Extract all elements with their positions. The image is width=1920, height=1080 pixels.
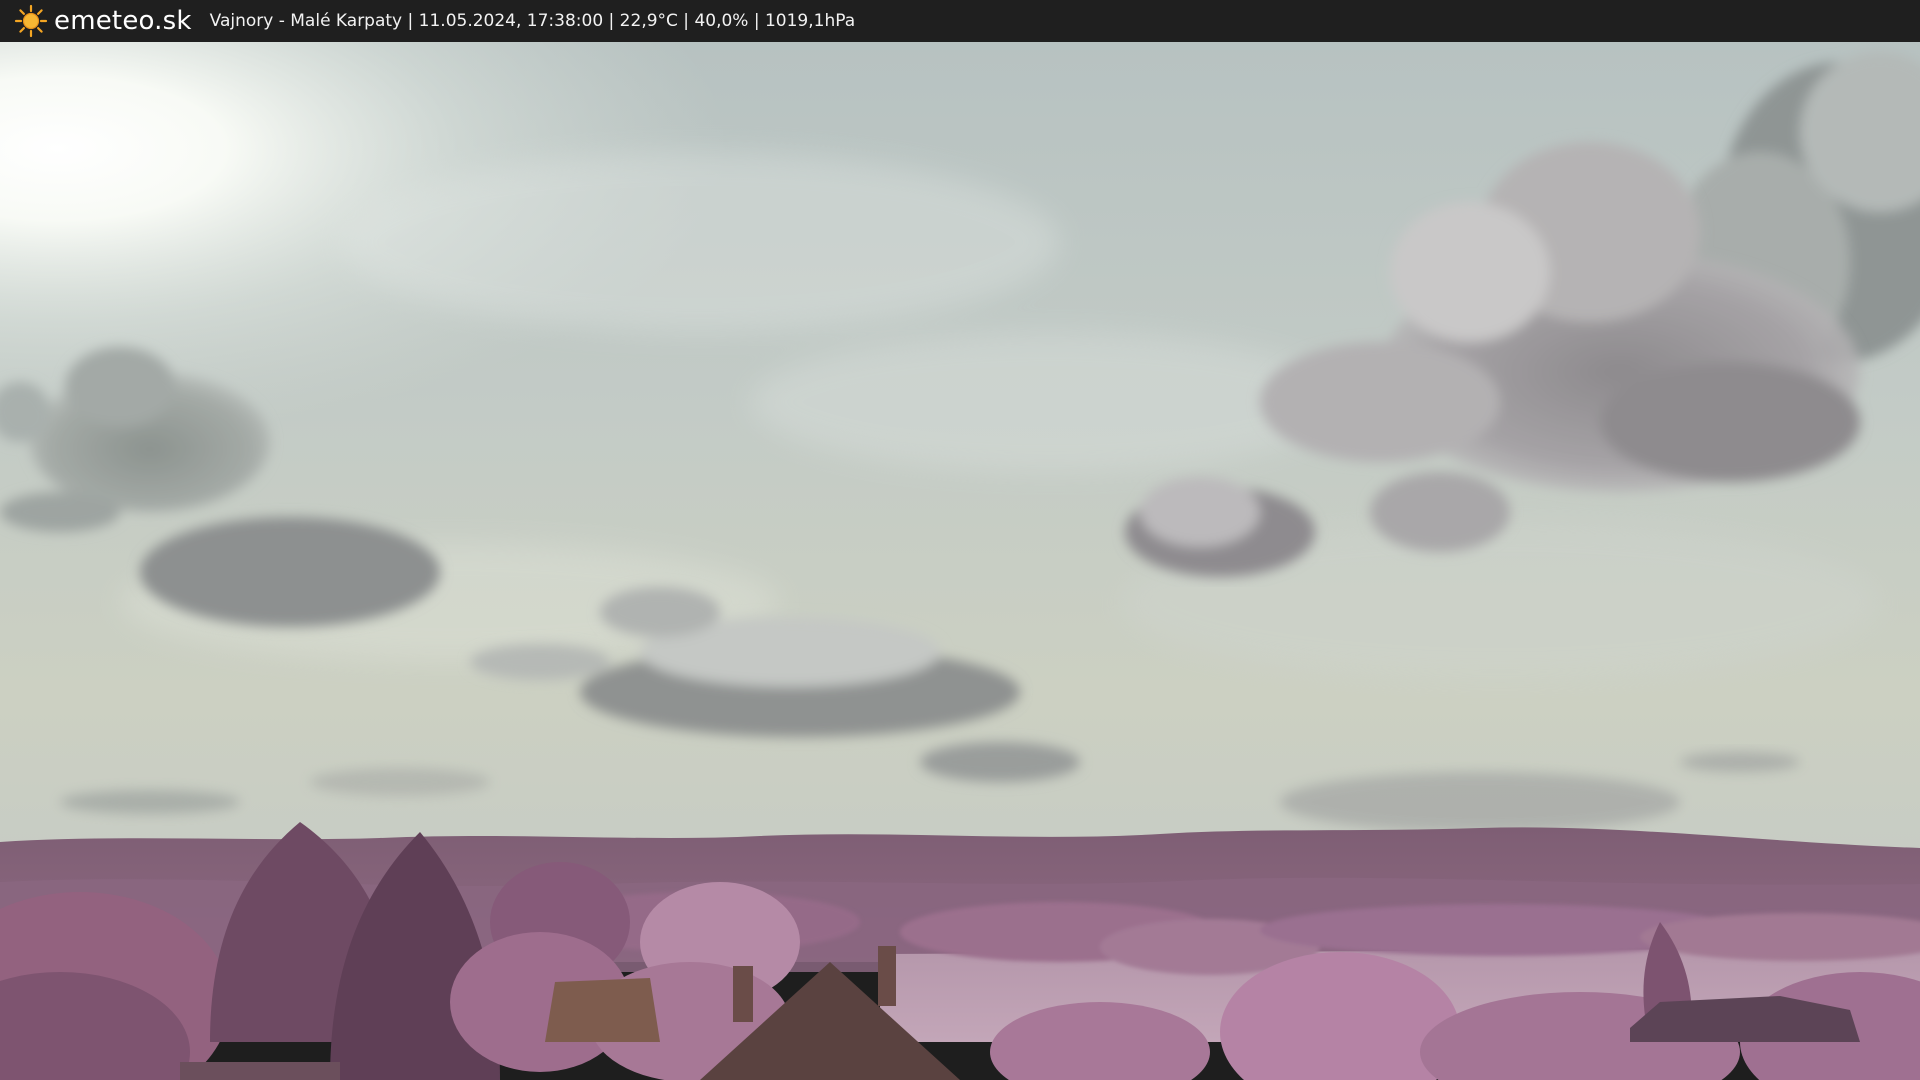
camera-info-text: Vajnory - Malé Karpaty | 11.05.2024, 17:… — [209, 11, 856, 31]
brand-logo-link[interactable]: emeteo.sk — [14, 0, 192, 42]
webcam-page: emeteo.sk Vajnory - Malé Karpaty | 11.05… — [0, 0, 1920, 1080]
webcam-scene — [0, 42, 1920, 1080]
webcam-image — [0, 42, 1920, 1080]
sun-icon — [14, 4, 48, 38]
header-bar: emeteo.sk Vajnory - Malé Karpaty | 11.05… — [0, 0, 1920, 42]
brand-name: emeteo.sk — [54, 6, 192, 36]
